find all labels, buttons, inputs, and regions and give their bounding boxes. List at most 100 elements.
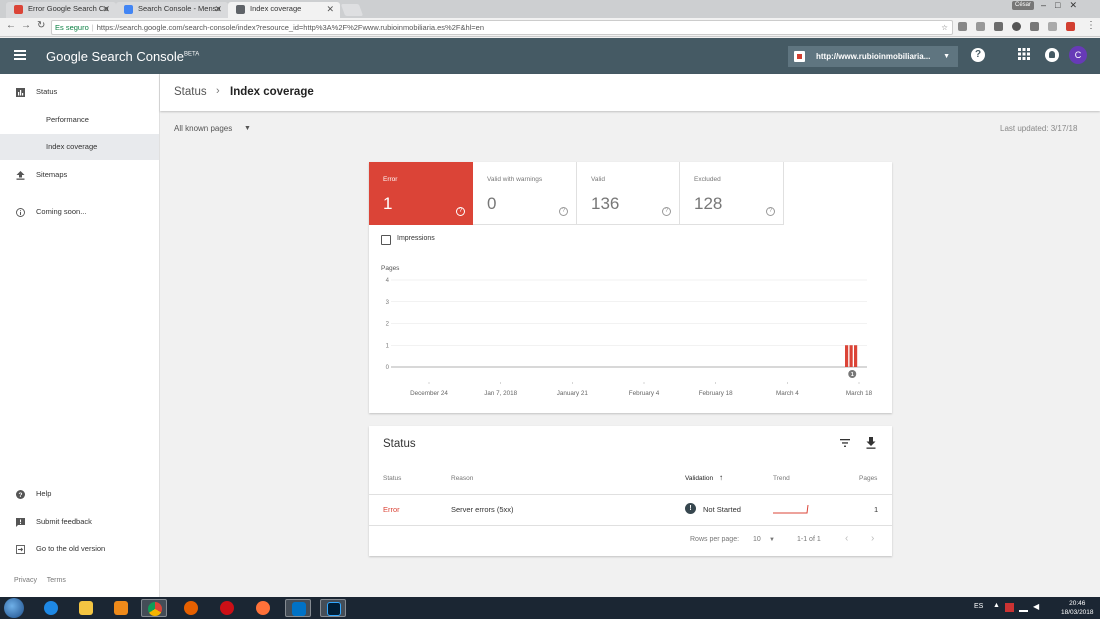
x-tick-label: March 4 — [776, 390, 799, 397]
property-selector[interactable]: http://www.rubioinmobiliaria... ▼ — [788, 46, 958, 67]
favicon-icon — [124, 5, 133, 14]
stat-tile-excluded[interactable]: Excluded 128 ? — [680, 162, 784, 225]
extension-icon[interactable] — [1012, 22, 1021, 31]
chart-bar — [849, 345, 853, 367]
hamburger-menu-icon[interactable] — [14, 50, 26, 60]
media-player-icon[interactable] — [108, 599, 134, 617]
notifications-bell-icon[interactable] — [1045, 48, 1059, 62]
forward-icon[interactable]: → — [21, 20, 31, 31]
close-tab-icon[interactable]: ✕ — [214, 2, 222, 16]
close-tab-icon[interactable]: ✕ — [102, 2, 110, 16]
extension-icon[interactable] — [1066, 22, 1075, 31]
file-explorer-icon[interactable] — [73, 599, 99, 617]
browser-menu-icon[interactable]: ⋮ — [1086, 20, 1096, 31]
stat-value: 128 — [694, 194, 723, 213]
avatar[interactable]: C — [1069, 46, 1087, 64]
sort-arrow-up-icon[interactable]: ↑ — [719, 473, 723, 482]
firefox-icon[interactable] — [178, 599, 204, 617]
rows-per-page-label: Rows per page: — [690, 536, 740, 543]
prev-page-icon[interactable]: ‹ — [845, 533, 848, 544]
property-url: http://www.rubioinmobiliaria... — [816, 52, 931, 61]
address-bar[interactable]: Es seguro | https://search.google.com/sear… — [51, 20, 953, 35]
browser-tab[interactable]: Error Google Search Co ✕ — [6, 2, 116, 18]
opera-icon[interactable] — [214, 599, 240, 617]
reload-icon[interactable]: ↻ — [37, 20, 45, 31]
photoshop-icon[interactable] — [320, 599, 346, 617]
download-icon[interactable] — [866, 437, 876, 449]
help-icon[interactable]: ? — [456, 207, 465, 216]
windows-taskbar: ES ▲ ◀ 20:46 18/03/2018 — [0, 597, 1100, 619]
stat-tile-error[interactable]: Error 1 ? — [369, 162, 473, 225]
window-controls[interactable]: –□✕ — [1041, 0, 1086, 11]
cast-icon[interactable] — [958, 22, 967, 31]
browser-user-badge[interactable]: César — [1012, 1, 1034, 10]
column-header-pages[interactable]: Pages — [859, 475, 877, 482]
y-tick-label: 1 — [386, 343, 390, 349]
sidebar-item-index-coverage[interactable]: Index coverage — [0, 134, 159, 160]
chevron-down-icon[interactable]: ▼ — [244, 125, 251, 132]
help-icon[interactable]: ? — [662, 207, 671, 216]
impressions-label: Impressions — [397, 235, 435, 242]
column-header-reason[interactable]: Reason — [451, 475, 473, 482]
terms-link[interactable]: Terms — [47, 577, 66, 584]
close-tab-icon[interactable]: ✕ — [326, 2, 334, 16]
back-icon[interactable]: ← — [6, 20, 16, 31]
column-header-status[interactable]: Status — [383, 475, 401, 482]
index-coverage-chart-card: Error 1 ? Valid with warnings 0 ? Valid … — [369, 162, 892, 413]
privacy-link[interactable]: Privacy — [14, 577, 37, 584]
chrome-taskbar-icon[interactable] — [141, 599, 167, 617]
tab-title: Index coverage — [250, 4, 302, 13]
sidebar-item-status[interactable]: Status — [0, 79, 159, 105]
apps-grid-icon[interactable] — [1017, 48, 1031, 62]
sidebar-item-performance[interactable]: Performance — [0, 107, 159, 133]
firefox-icon[interactable] — [250, 599, 276, 617]
page-filter-dropdown[interactable]: All known pages — [174, 124, 232, 133]
clock-date: 18/03/2018 — [1061, 609, 1094, 616]
column-header-validation[interactable]: Validation — [685, 475, 713, 482]
filter-icon[interactable] — [840, 439, 850, 447]
app-name: Google Search Console — [46, 49, 185, 64]
help-icon[interactable]: ? — [766, 207, 775, 216]
pagination-range: 1-1 of 1 — [797, 536, 821, 543]
next-page-icon[interactable]: › — [871, 533, 874, 544]
trend-sparkline — [773, 504, 809, 514]
new-tab-button[interactable] — [340, 4, 364, 16]
extension-icon[interactable] — [1030, 22, 1039, 31]
stat-tile-valid[interactable]: Valid 136 ? — [577, 162, 680, 225]
extension-icon[interactable] — [976, 22, 985, 31]
sidebar-item-coming-soon[interactable]: Coming soon... — [0, 199, 159, 225]
x-tick-label: Jan 7, 2018 — [484, 390, 517, 397]
divider — [369, 494, 892, 495]
svg-text:?: ? — [19, 492, 23, 499]
sidebar-item-help[interactable]: ? Help — [0, 481, 159, 507]
language-indicator[interactable]: ES — [974, 603, 983, 610]
tray-expand-icon[interactable]: ▲ — [993, 602, 1000, 609]
help-icon[interactable]: ? — [971, 48, 985, 62]
volume-icon[interactable]: ◀ — [1033, 602, 1039, 611]
breadcrumb-status[interactable]: Status — [174, 86, 207, 98]
sidebar-item-old-version[interactable]: Go to the old version — [0, 536, 159, 562]
chart-bar — [854, 345, 858, 367]
tray-app-icon[interactable] — [1005, 603, 1014, 612]
chevron-down-icon[interactable]: ▼ — [769, 537, 775, 543]
sidebar-item-label: Go to the old version — [36, 544, 106, 553]
extension-icon[interactable] — [994, 22, 1003, 31]
sidebar-item-submit-feedback[interactable]: Submit feedback — [0, 509, 159, 535]
outlook-icon[interactable] — [285, 599, 311, 617]
extension-icon[interactable] — [1048, 22, 1057, 31]
signal-icon[interactable] — [1019, 603, 1028, 612]
internet-explorer-icon[interactable] — [38, 599, 64, 617]
windows-start-button[interactable] — [4, 598, 24, 618]
browser-tab[interactable]: Search Console - Mensa ✕ — [116, 2, 228, 18]
sidebar-item-label: Performance — [46, 115, 89, 124]
stat-tile-valid-with-warnings[interactable]: Valid with warnings 0 ? — [473, 162, 577, 225]
clock[interactable]: 20:46 18/03/2018 — [1061, 599, 1094, 617]
bookmark-star-icon[interactable]: ☆ — [941, 21, 948, 34]
pages-chart: Pages 4 3 2 1 0 December 24 Jan 7, 2018 January … — [381, 265, 873, 397]
sidebar-item-sitemaps[interactable]: Sitemaps — [0, 162, 159, 188]
rows-per-page-select[interactable]: 10 — [753, 536, 761, 543]
upload-icon — [16, 171, 25, 180]
browser-tab-active[interactable]: Index coverage ✕ — [228, 2, 340, 18]
impressions-checkbox[interactable] — [381, 235, 391, 245]
help-icon[interactable]: ? — [559, 207, 568, 216]
